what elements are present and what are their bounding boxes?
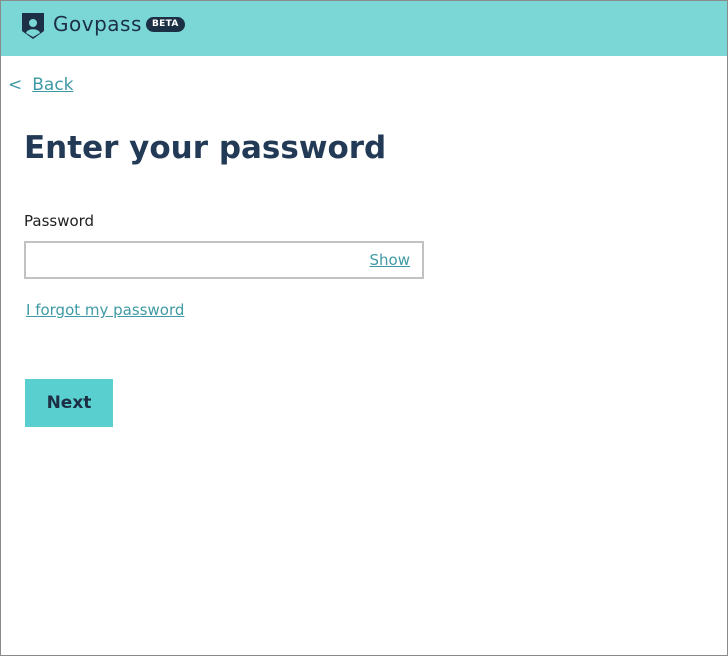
chevron-left-icon: < bbox=[8, 75, 23, 95]
page-title: Enter your password bbox=[24, 130, 387, 166]
next-button[interactable]: Next bbox=[25, 379, 113, 427]
back-link[interactable]: < Back bbox=[8, 73, 74, 97]
password-field: Show bbox=[24, 241, 424, 279]
brand-name: Govpass bbox=[53, 12, 142, 36]
password-label: Password bbox=[24, 212, 95, 230]
show-password-toggle[interactable]: Show bbox=[370, 249, 410, 271]
forgot-password-link[interactable]: I forgot my password bbox=[26, 299, 184, 321]
app-window: Govpass BETA < Back Enter your password P… bbox=[0, 0, 728, 656]
shield-person-icon bbox=[22, 13, 44, 39]
back-link-label: Back bbox=[32, 75, 74, 95]
beta-badge: BETA bbox=[146, 17, 185, 32]
password-input[interactable] bbox=[26, 243, 356, 277]
top-header-bar: Govpass BETA bbox=[1, 1, 727, 56]
